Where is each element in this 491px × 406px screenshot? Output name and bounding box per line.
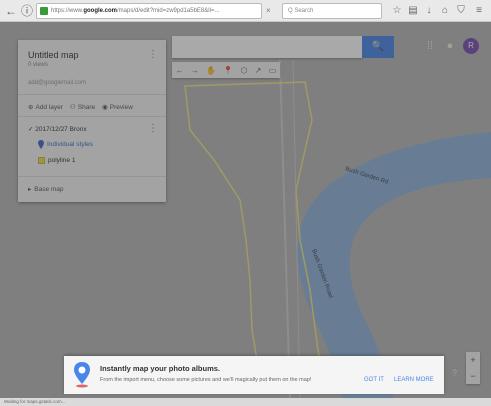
owner-email: add@googlemail.com: [28, 80, 87, 86]
street-line: [279, 59, 291, 400]
zoom-controls: + −: [466, 352, 480, 384]
redo-icon[interactable]: →: [191, 66, 199, 75]
share-icon: ⚇: [69, 104, 76, 111]
layer-options-icon[interactable]: ⋮: [148, 123, 158, 134]
directions-icon[interactable]: ↗: [255, 66, 262, 75]
url-bar[interactable]: https://www.google.com/maps/d/edit?mid=z…: [36, 3, 262, 19]
avatar[interactable]: R: [463, 38, 479, 54]
learn-more-link[interactable]: LEARN MORE: [394, 377, 434, 383]
add-layer-button[interactable]: ⊕ Add layer: [28, 103, 63, 112]
paint-roller-icon: [38, 140, 44, 149]
banner-heading: Instantly map your photo albums.: [100, 364, 221, 373]
zoom-out-button[interactable]: −: [466, 368, 480, 384]
hand-icon[interactable]: ✋: [206, 66, 216, 75]
map-toolbar: ← → ✋ 📍 ⬡ ↗ ▭: [172, 62, 280, 78]
basemap-toggle[interactable]: ▸ Base map: [28, 185, 64, 194]
panel-actions: ⊕ Add layer ⚇ Share ◉ Preview: [28, 103, 133, 112]
divider: [18, 116, 166, 117]
layer-name[interactable]: ✓ 2017/12/27 Bronx: [28, 125, 87, 133]
help-button[interactable]: ?: [452, 368, 457, 378]
map-title[interactable]: Untitled map: [28, 50, 79, 60]
preview-button[interactable]: ◉ Preview: [102, 103, 133, 112]
map-options-icon[interactable]: ⋮: [148, 49, 158, 60]
notifications-icon[interactable]: ●: [442, 38, 458, 54]
bookmark-icon[interactable]: ▤: [406, 3, 420, 19]
divider: [18, 94, 166, 95]
browser-search-input[interactable]: Q Search: [282, 3, 382, 19]
map-legend-panel: Untitled map 0 views ⋮ add@googlemail.co…: [18, 40, 166, 202]
photo-album-banner: Instantly map your photo albums. From th…: [64, 356, 444, 394]
zoom-in-button[interactable]: +: [466, 352, 480, 368]
got-it-button[interactable]: GOT IT: [364, 377, 384, 383]
browser-chrome: ← ⓘ https://www.google.com/maps/d/edit?m…: [0, 0, 491, 22]
search-icon: 🔍: [371, 41, 385, 52]
add-layer-icon: ⊕: [28, 104, 34, 111]
home-icon[interactable]: ⌂: [438, 3, 452, 19]
photo-pin-icon: [74, 362, 90, 388]
map-search-input[interactable]: [172, 36, 362, 58]
marker-icon[interactable]: 📍: [223, 66, 233, 75]
style-link[interactable]: Individual styles: [38, 140, 93, 149]
draw-line-icon[interactable]: ⬡: [241, 66, 248, 75]
divider: [18, 176, 166, 177]
map-search-button[interactable]: 🔍: [362, 36, 394, 58]
chevron-right-icon: ▸: [28, 186, 32, 193]
preview-icon: ◉: [102, 104, 108, 111]
shield-icon[interactable]: ⛉: [454, 3, 468, 19]
map-views: 0 views: [28, 62, 49, 68]
page-info-icon[interactable]: ⓘ: [19, 3, 35, 19]
lock-icon: [40, 7, 48, 15]
back-arrow-icon[interactable]: ←: [3, 3, 19, 19]
menu-icon[interactable]: ≡: [472, 3, 486, 19]
close-icon[interactable]: ×: [266, 3, 271, 19]
undo-icon[interactable]: ←: [176, 66, 184, 75]
banner-body: From the import menu, choose some pictur…: [100, 377, 312, 383]
star-icon[interactable]: ☆: [390, 3, 404, 19]
feature-item[interactable]: polyline 1: [38, 157, 75, 164]
apps-grid-icon[interactable]: ⁞⁞: [422, 38, 438, 54]
download-icon[interactable]: ↓: [422, 3, 436, 19]
ruler-icon[interactable]: ▭: [269, 66, 277, 75]
share-button[interactable]: ⚇ Share: [69, 103, 95, 112]
status-bar: Waiting for maps.gstatic.com...: [0, 398, 491, 406]
polyline-swatch-icon: [38, 157, 45, 164]
